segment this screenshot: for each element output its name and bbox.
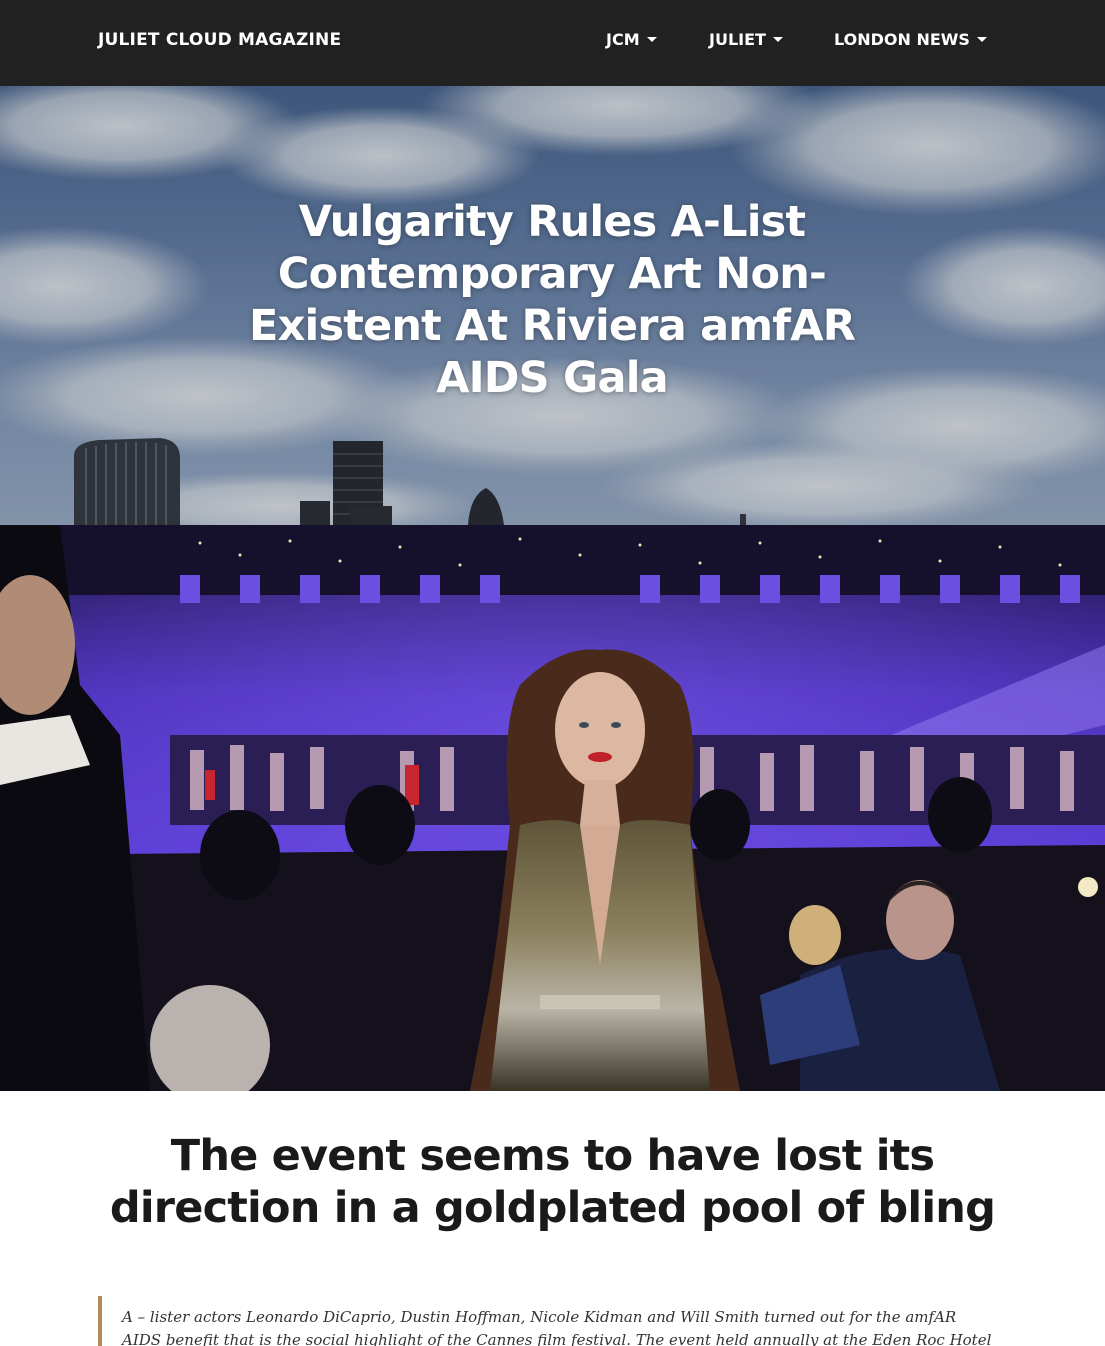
nav-item-label: JCM: [606, 30, 640, 49]
nav-item-jcm[interactable]: JCM: [606, 30, 657, 49]
article-quote: A – lister actors Leonardo DiCaprio, Dus…: [98, 1296, 998, 1346]
gala-photo-image: [0, 525, 1105, 1091]
caret-down-icon: [772, 37, 783, 42]
top-navbar: JULIET CLOUD MAGAZINE JCM JULIET LONDON …: [0, 0, 1105, 86]
hero-banner: Vulgarity Rules A-List Contemporary Art …: [0, 86, 1105, 525]
nav-item-london-news[interactable]: LONDON NEWS: [834, 30, 987, 49]
caret-down-icon: [646, 37, 657, 42]
caret-down-icon: [976, 37, 987, 42]
article-title: Vulgarity Rules A-List Contemporary Art …: [249, 197, 856, 403]
nav-item-label: JULIET: [709, 30, 766, 49]
nav-item-juliet[interactable]: JULIET: [709, 30, 783, 49]
article-subtitle: The event seems to have lost its directi…: [109, 1131, 996, 1233]
gala-photo: [0, 525, 1105, 1091]
nav-item-label: LONDON NEWS: [834, 30, 970, 49]
site-brand-link[interactable]: JULIET CLOUD MAGAZINE: [98, 30, 341, 50]
quote-text: A – lister actors Leonardo DiCaprio, Dus…: [122, 1308, 992, 1346]
